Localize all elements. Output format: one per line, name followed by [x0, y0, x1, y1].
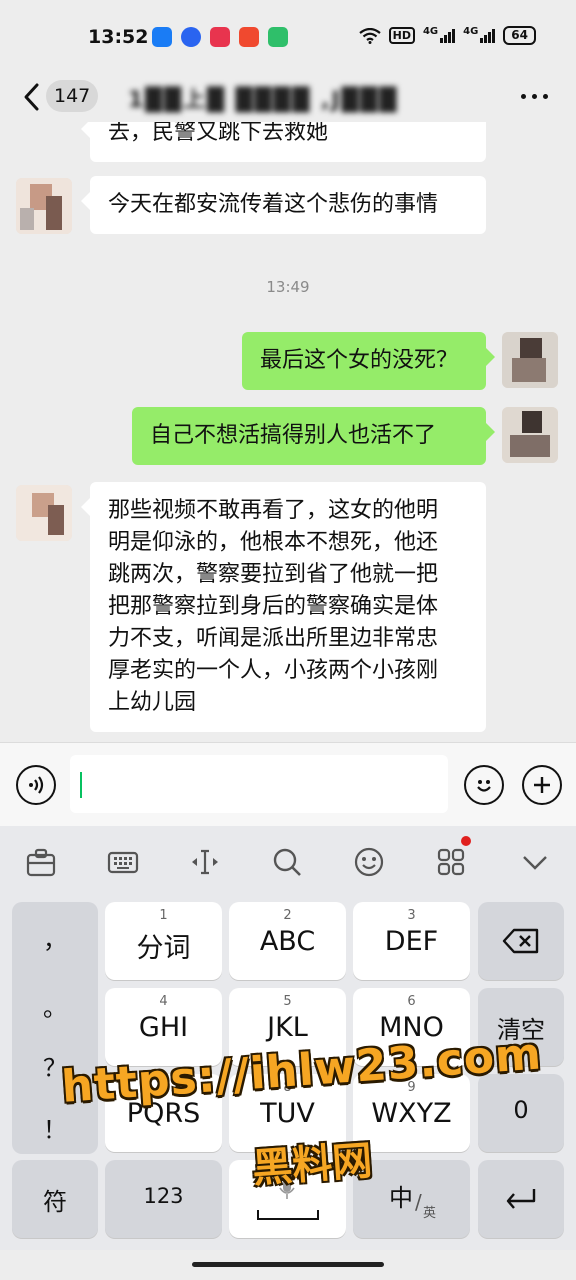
lang-separator: /: [415, 1190, 422, 1214]
key-label: ABC: [259, 926, 316, 957]
message-input-bar: [0, 742, 576, 826]
network-type-2: 4G: [463, 26, 479, 37]
key-label: 0: [513, 1096, 529, 1124]
signal-icon: [480, 28, 496, 43]
message-bubble-received[interactable]: 今天在都安流传着这个悲伤的事情: [81, 176, 486, 234]
more-options-icon[interactable]: [521, 94, 548, 99]
key-3[interactable]: 3 DEF: [353, 902, 470, 980]
status-bar: 13:52 HD 4G 4G 64: [0, 0, 576, 72]
backspace-key[interactable]: [478, 902, 564, 980]
more-functions-button[interactable]: [522, 765, 562, 805]
key-label: 中: [389, 1184, 413, 1212]
key-label: 分词: [136, 933, 191, 964]
message-text: 今天在都安流传着这个悲伤的事情: [108, 192, 439, 217]
punct-key[interactable]: ，: [12, 920, 98, 955]
home-indicator[interactable]: [192, 1262, 384, 1267]
plus-icon: [534, 777, 550, 793]
key-number: 6: [407, 994, 416, 1009]
key-number: 2: [283, 908, 292, 923]
key-label: TUV: [260, 1098, 315, 1129]
key-label: DEF: [384, 926, 439, 957]
my-avatar[interactable]: [502, 332, 558, 388]
punct-key[interactable]: 。: [12, 988, 98, 1023]
notification-app-icon: [239, 27, 259, 47]
key-number: 4: [159, 994, 168, 1009]
message-line: 明是仰泳的，他根本不想死，他还: [108, 530, 439, 555]
wifi-icon: [358, 27, 381, 44]
number-mode-key[interactable]: 123: [105, 1160, 222, 1238]
contact-avatar[interactable]: [16, 178, 72, 234]
status-app-icons: [152, 27, 288, 47]
key-label-secondary: 英: [423, 1206, 437, 1221]
emoji-icon: [477, 780, 491, 792]
enter-key[interactable]: [478, 1160, 564, 1238]
message-line: 厚老实的一个人，小孩两个小孩刚: [108, 658, 439, 683]
chat-messages: 去，民警又跳下去救她 今天在都安流传着这个悲伤的事情 13:49 最后这个女的没…: [0, 122, 576, 742]
text-cursor: [80, 772, 82, 798]
chat-title-bar: 147 1██上█ ████ ,J███: [0, 72, 576, 122]
message-line: 力不支，听闻是派出所里边非常忠: [108, 626, 439, 651]
message-line: 那些视频不敢再看了，这女的他明: [108, 498, 439, 523]
message-text: 自己不想活搞得别人也活不了: [150, 423, 437, 448]
punct-key[interactable]: ！: [12, 1110, 98, 1145]
message-text: 最后这个女的没死？: [260, 348, 459, 373]
message-input[interactable]: [70, 755, 448, 813]
status-time: 13:52: [88, 26, 149, 48]
message-line: 把那警察拉到身后的警察确实是体: [108, 594, 439, 619]
keyboard-icon[interactable]: [107, 846, 139, 878]
clipboard-icon[interactable]: [25, 846, 57, 878]
key-label: WXYZ: [371, 1098, 452, 1129]
network-type-1: 4G: [422, 26, 439, 37]
message-text: 去，民警又跳下去救她: [108, 122, 329, 145]
notification-app-icon: [181, 27, 201, 47]
notification-app-icon: [152, 27, 172, 47]
message-bubble-sent[interactable]: 最后这个女的没死？: [242, 332, 495, 390]
voice-input-button[interactable]: [16, 765, 56, 805]
apps-grid-icon[interactable]: [435, 846, 467, 878]
unread-count-badge[interactable]: 147: [46, 80, 99, 112]
watermark-site-name: 黑料网: [250, 1137, 374, 1193]
notification-dot: [461, 836, 471, 846]
my-avatar[interactable]: [502, 407, 558, 463]
cursor-move-icon[interactable]: [189, 846, 221, 878]
search-icon[interactable]: [271, 846, 303, 878]
back-arrow-icon[interactable]: [20, 82, 44, 112]
contact-avatar[interactable]: [16, 485, 72, 541]
keyboard-toolbar: [0, 826, 576, 896]
key-label: GHI: [138, 1012, 189, 1043]
message-line: 上幼儿园: [108, 690, 197, 715]
key-label: JKL: [267, 1012, 308, 1043]
enter-icon: [506, 1189, 536, 1209]
collapse-keyboard-icon[interactable]: [519, 846, 551, 878]
chat-title: 1██上█ ████ ,J███: [128, 88, 399, 113]
key-label: 符: [43, 1188, 67, 1216]
key-label: 123: [143, 1184, 184, 1208]
key-number: 3: [407, 908, 416, 923]
emoji-button[interactable]: [464, 765, 504, 805]
punctuation-column[interactable]: ， 。 ？ ！: [12, 902, 98, 1154]
key-number: 1: [159, 908, 168, 923]
message-bubble-received[interactable]: 去，民警又跳下去救她: [81, 122, 486, 162]
message-bubble-received[interactable]: 那些视频不敢再看了，这女的他明 明是仰泳的，他根本不想死，他还 跳两次，警察要拉…: [81, 482, 486, 732]
emoji-icon[interactable]: [353, 846, 385, 878]
notification-app-icon: [210, 27, 230, 47]
zero-key[interactable]: 0: [478, 1074, 564, 1152]
key-2[interactable]: 2 ABC: [229, 902, 346, 980]
status-indicators: HD 4G 4G 64: [358, 26, 536, 45]
space-bar-indicator: [257, 1210, 319, 1220]
voice-icon: [29, 776, 44, 794]
message-timestamp: 13:49: [266, 278, 310, 296]
key-number: 5: [283, 994, 292, 1009]
message-line: 跳两次，警察要拉到省了他就一把: [108, 562, 439, 587]
hd-badge: HD: [388, 27, 415, 44]
symbol-key[interactable]: 符: [12, 1160, 98, 1238]
notification-app-icon: [268, 27, 288, 47]
signal-icon: [440, 28, 456, 43]
battery-icon: 64: [503, 26, 536, 45]
backspace-icon: [502, 928, 539, 954]
message-bubble-sent[interactable]: 自己不想活搞得别人也活不了: [132, 407, 495, 465]
key-1[interactable]: 1 分词: [105, 902, 222, 980]
